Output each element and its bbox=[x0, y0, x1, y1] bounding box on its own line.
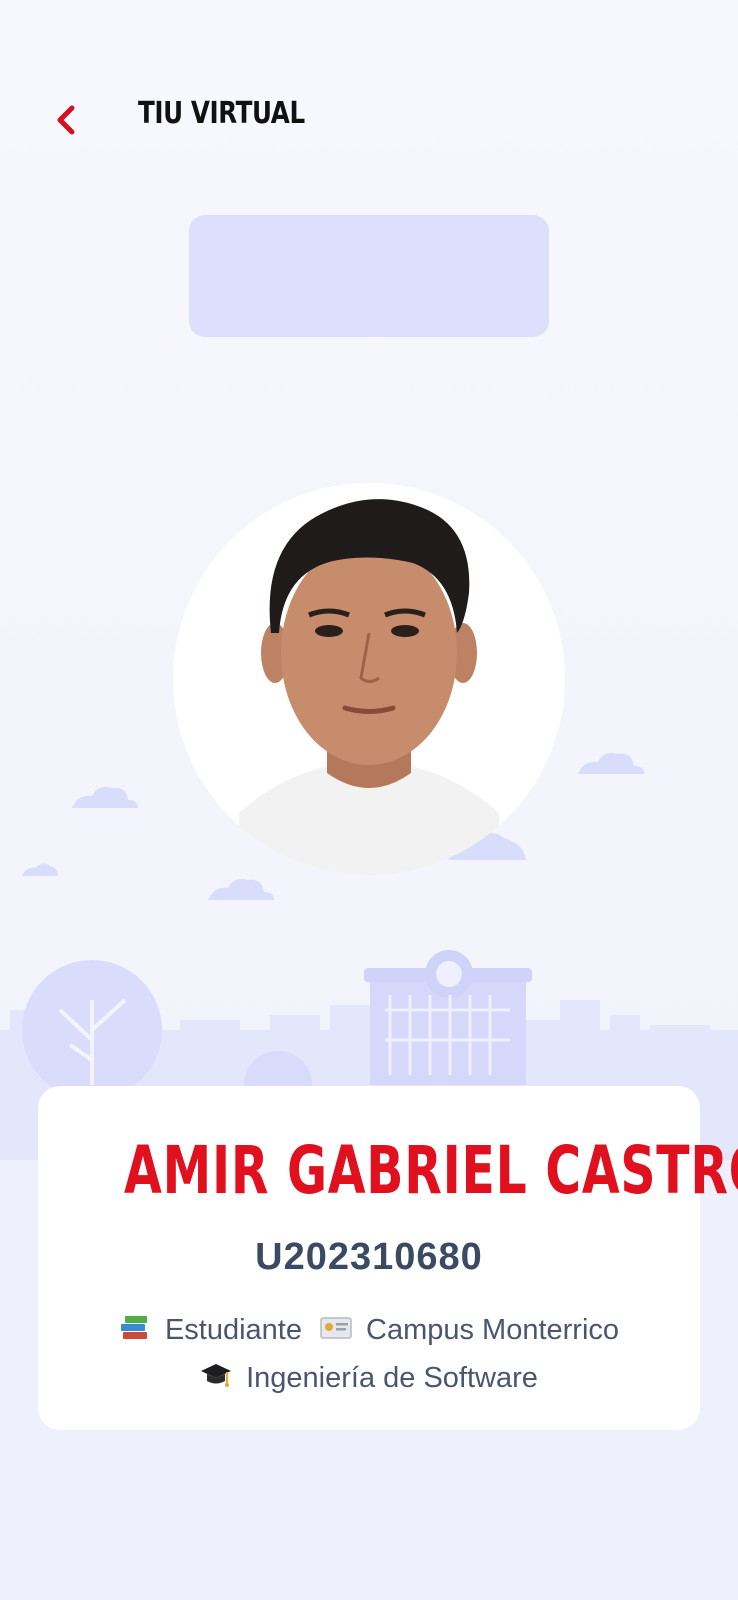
student-name: AMIR GABRIEL CASTRO bbox=[124, 1132, 738, 1209]
building-icon bbox=[364, 950, 532, 1085]
student-card: AMIR GABRIEL CASTRO U202310680 Estudiant… bbox=[38, 1086, 738, 1430]
student-code: U202310680 bbox=[255, 1236, 483, 1278]
top-bar: TIU VIRTUAL bbox=[0, 80, 738, 160]
page-title: TIU VIRTUAL bbox=[138, 96, 305, 131]
graduation-cap-icon bbox=[201, 1364, 232, 1388]
campus-label: Campus Monterrico bbox=[366, 1314, 620, 1346]
back-button[interactable] bbox=[48, 100, 88, 140]
tree-icon bbox=[22, 960, 162, 1100]
career-label: Ingeniería de Software bbox=[246, 1362, 538, 1394]
chevron-left-icon bbox=[57, 105, 75, 135]
info-row: Ingeniería de Software bbox=[38, 1362, 700, 1395]
avatar bbox=[239, 499, 499, 875]
profile-photo bbox=[173, 483, 565, 875]
id-card-icon bbox=[320, 1317, 352, 1340]
info-row: Estudiante Campus Monterrico bbox=[38, 1314, 700, 1347]
banner-placeholder bbox=[189, 215, 549, 337]
books-icon bbox=[120, 1316, 147, 1340]
role-label: Estudiante bbox=[164, 1314, 302, 1346]
